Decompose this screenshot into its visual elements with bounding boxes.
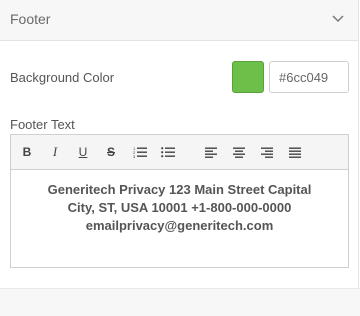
- footer-panel-header[interactable]: Footer: [0, 0, 359, 41]
- footer-text-line: emailprivacy@generitech.com: [85, 218, 274, 233]
- align-center-icon[interactable]: [229, 142, 249, 162]
- svg-text:3: 3: [133, 154, 136, 158]
- rich-text-editor: B I U S 1 2 3 Generitech Privacy 123 Mai…: [10, 134, 349, 268]
- align-justify-icon[interactable]: [285, 142, 305, 162]
- footer-text-line: City, ST, USA 10001 +1-800-000-0000: [67, 200, 292, 215]
- underline-button[interactable]: U: [73, 142, 93, 162]
- editor-content[interactable]: Generitech Privacy 123 Main Street Capit…: [11, 170, 348, 267]
- footer-text-label: Footer Text: [10, 117, 75, 132]
- strikethrough-button[interactable]: S: [101, 142, 121, 162]
- footer-text-line: Generitech Privacy 123 Main Street Capit…: [47, 182, 312, 197]
- panel-title: Footer: [10, 11, 51, 27]
- color-hex-input[interactable]: [269, 61, 349, 93]
- unordered-list-icon[interactable]: [158, 142, 178, 162]
- color-swatch[interactable]: [232, 61, 264, 93]
- italic-button[interactable]: I: [45, 142, 65, 162]
- ordered-list-icon[interactable]: 1 2 3: [130, 142, 150, 162]
- bold-button[interactable]: B: [17, 142, 37, 162]
- align-right-icon[interactable]: [257, 142, 277, 162]
- background-color-label: Background Color: [10, 70, 115, 85]
- chevron-down-icon[interactable]: [330, 10, 346, 26]
- panel-bottom-area: [0, 288, 360, 316]
- align-left-icon[interactable]: [201, 142, 221, 162]
- editor-toolbar: B I U S 1 2 3: [11, 135, 348, 170]
